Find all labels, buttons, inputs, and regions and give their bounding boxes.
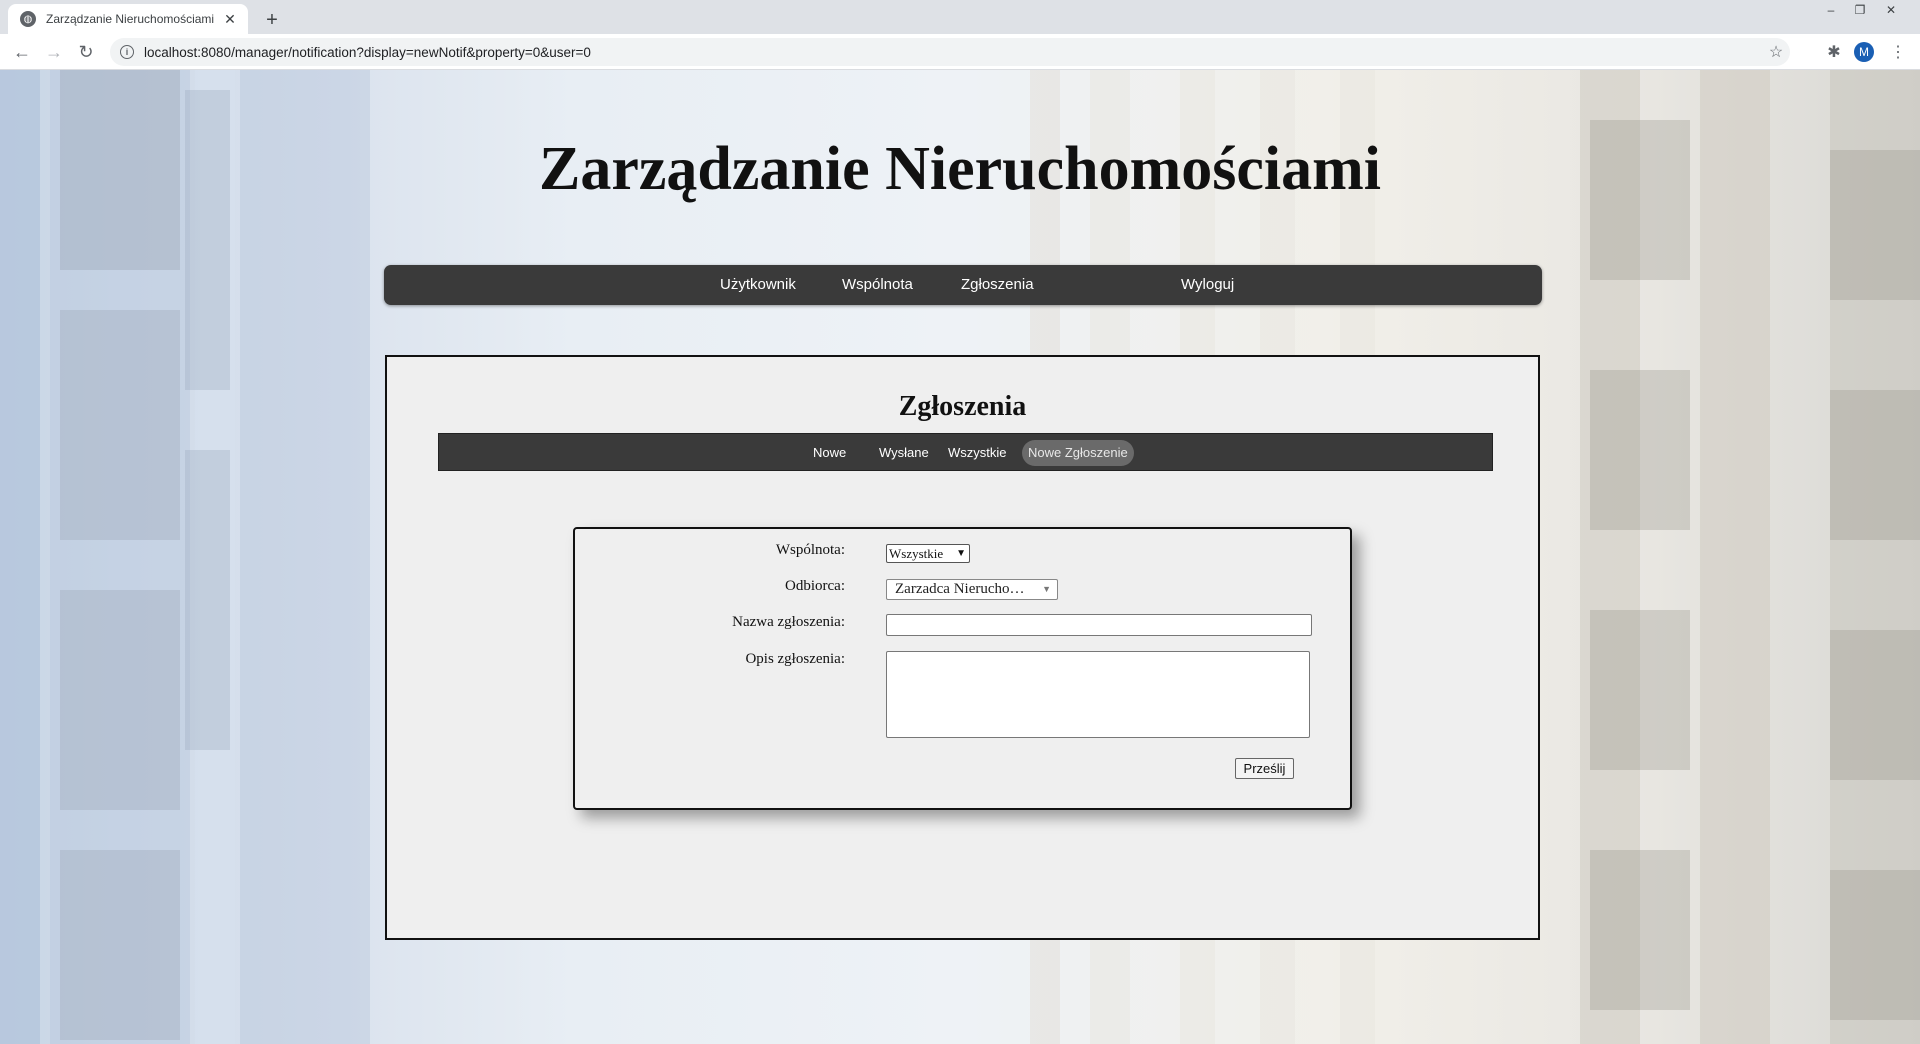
description-label: Opis zgłoszenia: — [745, 651, 845, 667]
new-notification-form: Wspólnota: Wszystkie ▼ Odbiorca: Zarzadc… — [573, 527, 1352, 810]
browser-tab-bar: ◍ Zarządzanie Nieruchomościami ✕ + – ❐ ✕ — [0, 0, 1920, 34]
notification-description-field[interactable] — [886, 651, 1310, 738]
chevron-down-icon: ▼ — [956, 548, 966, 559]
subnav-item-sent[interactable]: Wysłane — [879, 434, 929, 472]
recipient-label: Odbiorca: — [785, 578, 845, 594]
community-label: Wspólnota: — [775, 542, 845, 558]
extensions-icon[interactable]: ✱ — [1820, 38, 1848, 66]
page-viewport: Zarządzanie Nieruchomościami Użytkownik … — [0, 70, 1920, 1044]
new-tab-icon[interactable]: + — [258, 6, 286, 34]
subnav-item-new[interactable]: Nowe — [813, 434, 846, 472]
restore-icon[interactable]: ❐ — [1846, 0, 1874, 20]
back-icon[interactable]: ← — [8, 38, 36, 66]
subnav-item-new-notification[interactable]: Nowe Zgłoszenie — [1022, 440, 1134, 466]
nav-item-community[interactable]: Wspólnota — [842, 265, 913, 305]
avatar[interactable]: M — [1854, 42, 1874, 62]
notifications-panel: Zgłoszenia Nowe Wysłane Wszystkie Nowe Z… — [385, 355, 1540, 940]
minimize-icon[interactable]: – — [1817, 0, 1845, 20]
recipient-select-value: Zarzadca Nierucho… — [895, 581, 1025, 597]
forward-icon[interactable]: → — [40, 38, 68, 66]
chevron-down-icon: ▼ — [1042, 584, 1051, 594]
nav-item-user[interactable]: Użytkownik — [720, 265, 796, 305]
globe-icon: ◍ — [20, 11, 36, 27]
subnav-item-all[interactable]: Wszystkie — [948, 434, 1007, 472]
community-select[interactable]: Wszystkie ▼ — [886, 544, 970, 563]
notification-name-field[interactable] — [886, 614, 1312, 636]
main-nav: Użytkownik Wspólnota Zgłoszenia Wyloguj — [384, 265, 1542, 305]
page-title: Zarządzanie Nieruchomościami — [538, 135, 1382, 203]
nav-item-notifications[interactable]: Zgłoszenia — [961, 265, 1034, 305]
bookmark-star-icon[interactable]: ☆ — [1762, 38, 1790, 66]
recipient-select[interactable]: Zarzadca Nierucho… ▼ — [886, 579, 1058, 600]
name-label: Nazwa zgłoszenia: — [732, 614, 845, 630]
nav-item-logout[interactable]: Wyloguj — [1181, 265, 1234, 305]
browser-tab[interactable]: ◍ Zarządzanie Nieruchomościami ✕ — [8, 4, 248, 34]
url-text: localhost:8080/manager/notification?disp… — [144, 44, 591, 60]
tab-title: Zarządzanie Nieruchomościami — [46, 12, 215, 26]
community-select-value: Wszystkie — [889, 546, 944, 561]
reload-icon[interactable]: ↻ — [72, 38, 100, 66]
address-bar[interactable]: i localhost:8080/manager/notification?di… — [110, 38, 1790, 66]
panel-title: Zgłoszenia — [898, 391, 1027, 422]
window-close-icon[interactable]: ✕ — [1877, 0, 1905, 20]
close-icon[interactable]: ✕ — [222, 11, 238, 27]
browser-toolbar: ← → ↻ i localhost:8080/manager/notificat… — [0, 34, 1920, 70]
submit-button[interactable]: Prześlij — [1235, 758, 1294, 779]
menu-kebab-icon[interactable]: ⋮ — [1884, 38, 1912, 66]
info-icon[interactable]: i — [120, 45, 134, 59]
notifications-subnav: Nowe Wysłane Wszystkie Nowe Zgłoszenie — [438, 433, 1493, 471]
